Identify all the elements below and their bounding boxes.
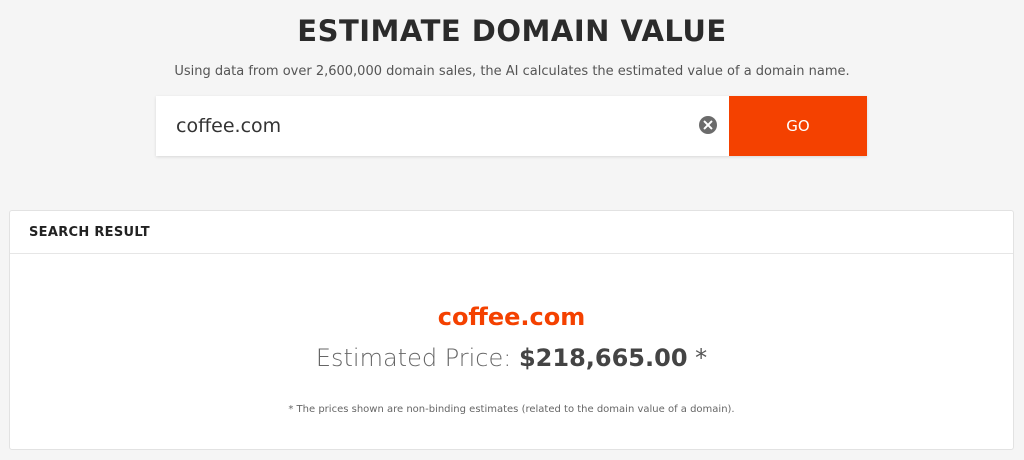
search-result-card: SEARCH RESULT coffee.com Estimated Price… (9, 210, 1014, 450)
estimated-price: Estimated Price: $218,665.00 * (10, 344, 1013, 372)
page-title: ESTIMATE DOMAIN VALUE (297, 14, 727, 48)
go-button[interactable]: GO (729, 96, 867, 156)
price-value: $218,665.00 (518, 344, 688, 372)
price-disclaimer: * The prices shown are non-binding estim… (288, 404, 735, 415)
price-asterisk: * (695, 344, 708, 372)
search-input-wrap (156, 96, 729, 156)
price-label: Estimated Price: (315, 344, 512, 372)
page-subtitle: Using data from over 2,600,000 domain sa… (174, 64, 850, 79)
search-result-header: SEARCH RESULT (10, 211, 1013, 254)
search-bar: GO (156, 96, 867, 156)
clear-icon[interactable] (699, 116, 717, 134)
domain-search-input[interactable] (156, 96, 729, 156)
result-domain: coffee.com (437, 303, 586, 331)
